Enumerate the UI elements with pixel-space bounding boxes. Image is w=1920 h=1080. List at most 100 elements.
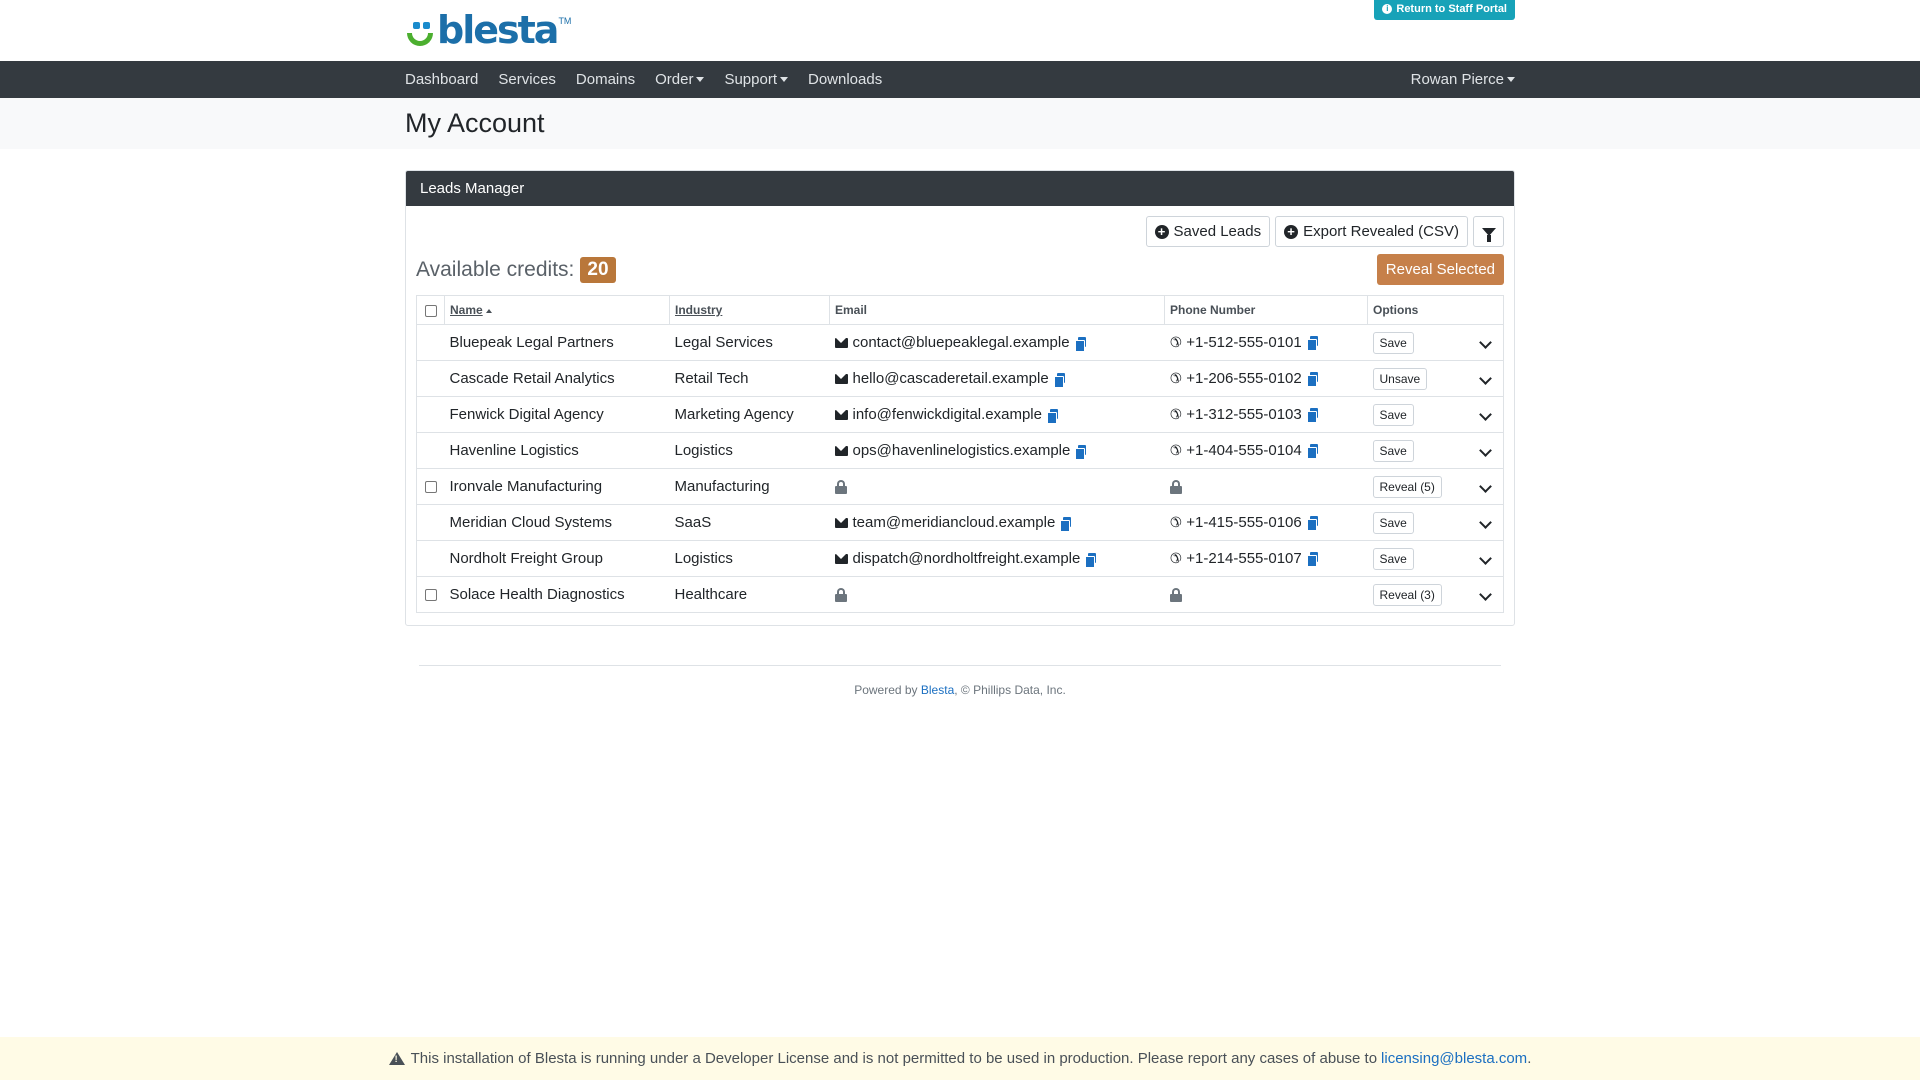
main-navbar: Dashboard Services Domains Order Support…	[0, 61, 1920, 98]
nav-support[interactable]: Support	[724, 71, 788, 88]
powered-prefix: Powered by	[854, 683, 921, 697]
lead-name: Meridian Cloud Systems	[444, 504, 670, 541]
phone-icon: ✆	[1169, 550, 1182, 567]
lead-action-button[interactable]: Reveal (3)	[1372, 583, 1442, 606]
lock-icon	[834, 480, 847, 495]
phone-icon: ✆	[1169, 442, 1182, 459]
lead-phone-cell: ✆ +1-312-555-0103	[1164, 396, 1368, 433]
saved-leads-button[interactable]: + Saved Leads	[1145, 216, 1271, 247]
envelope-icon	[834, 338, 848, 349]
envelope-icon	[834, 518, 848, 529]
footer-divider	[419, 665, 1501, 666]
lead-phone-cell: ✆ +1-404-555-0104	[1164, 432, 1368, 469]
copy-icon[interactable]	[1074, 336, 1086, 352]
copy-icon[interactable]	[1306, 408, 1318, 424]
copy-icon[interactable]	[1306, 444, 1318, 460]
lead-action-button[interactable]: Unsave	[1372, 367, 1428, 390]
copy-icon[interactable]	[1047, 408, 1058, 424]
nav-order-label: Order	[655, 71, 694, 88]
copy-icon[interactable]	[1075, 444, 1087, 460]
blesta-logo[interactable]: blesta TM	[405, 11, 571, 49]
saved-leads-label: Saved Leads	[1173, 223, 1262, 240]
nav-domains[interactable]: Domains	[576, 71, 635, 88]
licensing-email-link[interactable]: licensing@blesta.com	[1381, 1050, 1527, 1067]
lead-action-button[interactable]: Reveal (5)	[1372, 475, 1442, 498]
table-row: Havenline Logistics Logistics ops@havenlin…	[416, 432, 1504, 469]
lead-email: info@fenwickdigital.example	[852, 406, 1043, 423]
chevron-down-icon[interactable]	[1479, 480, 1492, 493]
chevron-down-icon[interactable]	[1479, 552, 1492, 565]
lead-email-cell: team@meridiancloud.example	[829, 504, 1165, 541]
lead-name: Nordholt Freight Group	[444, 540, 670, 577]
lead-email: dispatch@nordholtfreight.example	[852, 550, 1081, 567]
lead-email: ops@havenlinelogistics.example	[852, 442, 1071, 459]
dev-notice-end: .	[1527, 1050, 1532, 1067]
return-to-staff-portal-button[interactable]: i Return to Staff Portal	[1374, 0, 1515, 20]
nav-dashboard[interactable]: Dashboard	[405, 71, 478, 88]
select-all-header	[416, 295, 445, 325]
reveal-selected-button[interactable]: Reveal Selected	[1376, 254, 1504, 285]
lead-phone-cell: ✆ +1-214-555-0107	[1164, 540, 1368, 577]
row-select-checkbox[interactable]	[424, 481, 437, 494]
blesta-link[interactable]: Blesta	[921, 683, 954, 697]
nav-downloads[interactable]: Downloads	[808, 71, 882, 88]
lead-phone: +1-214-555-0107	[1186, 549, 1302, 567]
user-name: Rowan Pierce	[1410, 71, 1504, 88]
copy-icon[interactable]	[1306, 372, 1318, 388]
lead-action-button[interactable]: Save	[1372, 331, 1414, 354]
copy-icon[interactable]	[1053, 372, 1065, 388]
lead-options-cell: Save	[1367, 540, 1504, 577]
lead-email-cell: info@fenwickdigital.example	[829, 396, 1165, 433]
lead-industry: Marketing Agency	[669, 396, 830, 433]
lead-phone-cell	[1164, 576, 1368, 613]
chevron-down-icon[interactable]	[1479, 444, 1492, 457]
plus-circle-icon: +	[1154, 224, 1169, 239]
chevron-down-icon[interactable]	[1479, 336, 1492, 349]
copy-icon[interactable]	[1306, 336, 1318, 352]
lead-name: Havenline Logistics	[444, 432, 670, 469]
phone-icon: ✆	[1169, 370, 1182, 387]
lead-action-button[interactable]: Save	[1372, 511, 1414, 534]
copy-icon[interactable]	[1085, 552, 1097, 568]
nav-order[interactable]: Order	[655, 71, 705, 88]
table-row: Cascade Retail Analytics Retail Tech hello…	[416, 360, 1504, 397]
row-select-cell	[416, 324, 445, 361]
chevron-down-icon[interactable]	[1479, 372, 1492, 385]
lead-industry: Legal Services	[669, 324, 830, 361]
lead-action-button[interactable]: Save	[1372, 439, 1414, 462]
lead-phone: +1-312-555-0103	[1186, 405, 1302, 423]
lead-email: contact@bluepeaklegal.example	[852, 334, 1070, 351]
chevron-down-icon[interactable]	[1479, 516, 1492, 529]
industry-column-header[interactable]: Industry	[669, 295, 830, 325]
options-column-header: Options	[1367, 295, 1504, 325]
filter-icon	[1481, 227, 1496, 242]
lead-phone: +1-404-555-0104	[1186, 441, 1302, 459]
toolbar: + Saved Leads + Export Revealed (CSV)	[416, 216, 1504, 247]
name-column-header[interactable]: Name	[444, 295, 670, 325]
title-band: My Account	[0, 98, 1920, 149]
table-row: Ironvale Manufacturing Manufacturing Revea…	[416, 468, 1504, 505]
table-row: Bluepeak Legal Partners Legal Services con…	[416, 324, 1504, 361]
lead-options-cell: Save	[1367, 504, 1504, 541]
row-select-cell	[416, 468, 445, 505]
lead-options-cell: Save	[1367, 396, 1504, 433]
select-all-checkbox[interactable]	[424, 304, 437, 317]
table-row: Nordholt Freight Group Logistics dispatch@…	[416, 540, 1504, 577]
filter-button[interactable]	[1473, 216, 1504, 247]
chevron-down-icon[interactable]	[1479, 408, 1492, 421]
leads-table: Name Industry Email Phone Number Options…	[416, 295, 1504, 613]
lead-action-button[interactable]: Save	[1372, 547, 1414, 570]
chevron-down-icon[interactable]	[1479, 588, 1492, 601]
user-menu[interactable]: Rowan Pierce	[1411, 61, 1515, 98]
nav-services[interactable]: Services	[498, 71, 556, 88]
lead-email-cell: contact@bluepeaklegal.example	[829, 324, 1165, 361]
export-csv-button[interactable]: + Export Revealed (CSV)	[1275, 216, 1468, 247]
copy-icon[interactable]	[1306, 552, 1318, 568]
lead-email-cell: hello@cascaderetail.example	[829, 360, 1165, 397]
copy-icon[interactable]	[1306, 516, 1318, 532]
row-select-checkbox[interactable]	[424, 589, 437, 602]
copy-icon[interactable]	[1060, 516, 1072, 532]
lead-options-cell: Unsave	[1367, 360, 1504, 397]
lead-action-button[interactable]: Save	[1372, 403, 1414, 426]
lead-name: Bluepeak Legal Partners	[444, 324, 670, 361]
